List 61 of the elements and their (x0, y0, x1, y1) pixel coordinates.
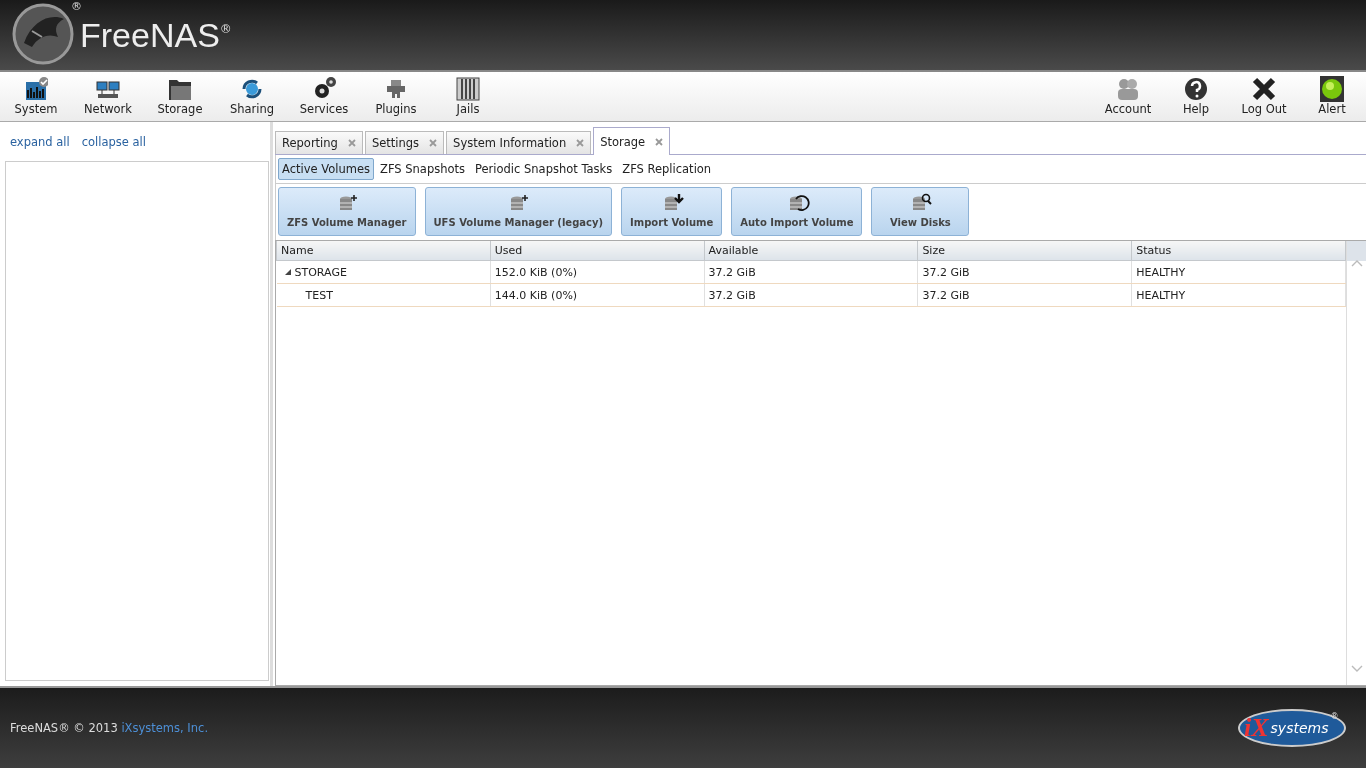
nav-button[interactable]: Help (1162, 72, 1230, 121)
table-cell: HEALTHY (1136, 288, 1186, 302)
table-cell: 37.2 GiB (708, 288, 756, 302)
table-cell: 37.2 GiB (922, 265, 970, 279)
column-header[interactable]: Size (917, 241, 1132, 261)
close-icon (1252, 76, 1276, 102)
logo-icon (12, 3, 74, 65)
tab[interactable]: System Information (446, 131, 592, 154)
copyright-text: FreeNAS® © 2013 iXsystems, Inc. (10, 721, 209, 735)
nav-button[interactable]: Account (1094, 72, 1162, 121)
subtab[interactable]: Periodic Snapshot Tasks (471, 158, 617, 180)
tab[interactable]: Reporting (275, 131, 363, 154)
table-cell: HEALTHY (1136, 265, 1186, 279)
toolbar-button[interactable]: Auto Import Volume (731, 187, 863, 236)
scroll-up-icon[interactable] (1350, 259, 1363, 267)
toolbar-button[interactable]: UFS Volume Manager (legacy) (424, 187, 613, 236)
nav-button[interactable]: System (0, 72, 72, 121)
scroll-down-icon[interactable] (1350, 665, 1363, 673)
company-link[interactable]: iXsystems, Inc. (121, 721, 209, 735)
column-header[interactable]: Used (490, 241, 705, 261)
toolbar-button[interactable]: ZFS Volume Manager (278, 187, 416, 236)
tree-link[interactable]: expand all (10, 135, 70, 149)
status-light-icon (1320, 76, 1344, 102)
close-icon[interactable] (429, 139, 438, 147)
company-logo: iXsystems ® (1238, 709, 1346, 747)
nav-button[interactable]: Log Out (1230, 72, 1298, 121)
expander-icon[interactable] (284, 269, 291, 275)
table-cell: 37.2 GiB (708, 265, 756, 279)
users-icon (1116, 76, 1140, 102)
nav-button[interactable]: Sharing (216, 72, 288, 121)
nav-button[interactable]: Services (288, 72, 360, 121)
tree-link[interactable]: collapse all (81, 135, 146, 149)
nav-button[interactable]: Plugins (360, 72, 432, 121)
nav-button[interactable]: Storage (144, 72, 216, 121)
column-header[interactable]: Name (276, 241, 491, 261)
toolbar-button[interactable]: Import Volume (621, 187, 723, 236)
column-header[interactable]: Status (1131, 241, 1346, 261)
close-icon[interactable] (576, 139, 585, 147)
nav-button[interactable]: Alert (1298, 72, 1366, 121)
subtab[interactable]: ZFS Replication (618, 158, 716, 180)
column-header[interactable]: Available (704, 241, 918, 261)
jail-icon (456, 76, 480, 102)
nav-button[interactable]: Network (72, 72, 144, 121)
subtab[interactable]: ZFS Snapshots (376, 158, 469, 180)
table-cell: 144.0 KiB (0%) (494, 288, 578, 302)
table-cell: 37.2 GiB (922, 288, 970, 302)
tab[interactable]: Settings (364, 131, 445, 154)
chart-icon (24, 76, 48, 102)
toolbar-button[interactable]: View Disks (871, 187, 970, 236)
app-logo-text: FreeNAS (80, 15, 220, 55)
nav-button[interactable]: Jails (432, 72, 504, 121)
table-cell: TEST (305, 288, 333, 302)
registered-mark: ® (219, 22, 232, 36)
registered-mark: ® (71, 0, 82, 13)
help-icon (1184, 76, 1208, 102)
close-icon[interactable] (347, 139, 356, 147)
close-icon[interactable] (655, 137, 664, 146)
tab[interactable]: Storage (593, 127, 671, 155)
table-cell: 152.0 KiB (0%) (494, 265, 578, 279)
subtab[interactable]: Active Volumes (278, 158, 374, 180)
table-cell: STORAGE (294, 265, 347, 279)
